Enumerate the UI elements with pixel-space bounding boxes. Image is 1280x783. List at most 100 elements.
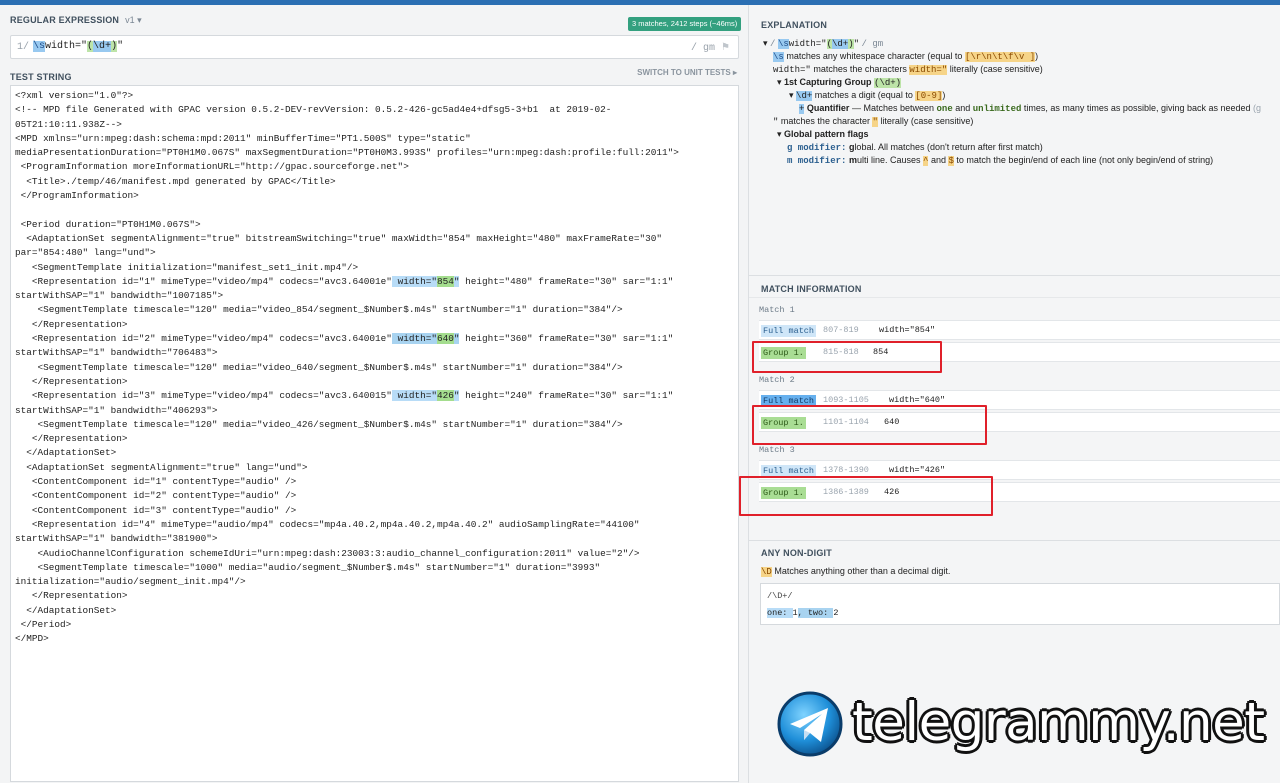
full-match-row[interactable]: Full match 807-819 width="854" xyxy=(759,320,1280,340)
test-string-line: <SegmentTemplate timescale="120" media="… xyxy=(15,361,623,373)
explanation-m-flag: m modifier: multi line. Causes ^ and $ t… xyxy=(787,155,1213,166)
divider xyxy=(749,540,1280,541)
example-digit-1: 1 xyxy=(792,608,798,618)
caret-down-icon[interactable]: ▾ xyxy=(777,77,782,87)
switch-label: SWITCH TO UNIT TESTS xyxy=(637,68,731,77)
test-string-line: </Representation> xyxy=(15,433,128,445)
test-string-line xyxy=(15,203,734,217)
test-string-line: </Representation> xyxy=(15,318,128,330)
root-prefix: / xyxy=(770,39,776,49)
test-string-editor[interactable]: <?xml version="1.0"?> <!-- MPD file Gener… xyxy=(10,85,739,782)
pattern-token-quote: " xyxy=(117,41,124,52)
example-match-1: one: xyxy=(767,608,793,618)
match-prefix: width=" xyxy=(391,333,437,345)
sidebar-panel: EXPLANATION ▾ / \swidth="(\d+)" / gm \s … xyxy=(748,5,1280,783)
quote-desc: matches the character xyxy=(780,116,870,126)
ws-desc: matches any whitespace character (equal … xyxy=(786,51,963,61)
pattern-token-digit-inner: \d+ xyxy=(93,41,112,52)
flags-label: / gm xyxy=(691,43,716,54)
match-count-badge: 3 matches, 2412 steps (~46ms) xyxy=(628,17,742,31)
test-string-line: <Representation id="3" mimeType="video/m… xyxy=(15,389,734,403)
test-string-line: <Representation id="4" mimeType="audio/m… xyxy=(15,518,640,530)
explanation-root: ▾ / \swidth="(\d+)" / gm xyxy=(763,38,883,49)
test-string-line: initialization="audio/segment_init.mp4"/… xyxy=(15,576,246,588)
line-text: <Representation id="2" mimeType="video/m… xyxy=(15,333,392,345)
full-match-value: width="854" xyxy=(879,325,936,335)
quant-one: one xyxy=(936,104,953,114)
test-string-line: </Period> xyxy=(15,618,72,630)
quant-desc-end: times, as many times as possible, giving… xyxy=(1023,103,1251,113)
flags-label: Global pattern flags xyxy=(784,129,869,139)
test-string-line: <?xml version="1.0"?> xyxy=(15,90,134,101)
pattern-token-digit: \d+ xyxy=(93,41,112,52)
match-label: Match 2 xyxy=(759,375,795,385)
flavor-label: v1 xyxy=(125,14,135,25)
digit-class: [0-9] xyxy=(915,91,943,101)
chevron-right-icon: ▸ xyxy=(732,68,737,77)
lit-chars: width=" xyxy=(909,65,948,75)
test-string-line: <ProgramInformation moreInformationURL="… xyxy=(15,161,409,173)
quote-token: " xyxy=(773,117,779,127)
test-string-line: <SegmentTemplate initialization="manifes… xyxy=(15,261,359,273)
line-text: height="240" frameRate="30" sar="1:1" xyxy=(459,390,674,402)
group-label: 1st Capturing Group xyxy=(784,77,872,87)
regex-title: REGULAR EXPRESSION xyxy=(10,15,120,25)
group-highlight: 640 xyxy=(436,333,454,345)
root-quote-token: " xyxy=(853,39,860,49)
regex-input[interactable]: 1/ \swidth="(\d+)" / gm ⚑ xyxy=(10,35,739,59)
match-prefix: width=" xyxy=(391,275,437,287)
regex-pattern[interactable]: \swidth="(\d+)" xyxy=(33,41,123,52)
explanation-g-flag: g modifier: global. All matches (don't r… xyxy=(787,142,1043,153)
match-highlight: width="854" xyxy=(391,275,460,287)
test-string-line: startWithSAP="1" bandwidth="406293"> xyxy=(15,404,218,416)
test-string-line: <MPD xmlns="urn:mpeg:dash:schema:mpd:201… xyxy=(15,132,471,144)
m-and: and xyxy=(930,155,946,165)
digit-desc-end: ) xyxy=(942,90,946,100)
group-highlight: 426 xyxy=(436,390,454,402)
quant-and: and xyxy=(955,103,971,113)
test-string-line: <ContentComponent id="2" contentType="au… xyxy=(15,490,297,502)
caret-down-icon[interactable]: ▾ xyxy=(789,90,794,100)
example-match-2: , two: xyxy=(797,608,834,618)
full-match-tag: Full match xyxy=(761,325,817,337)
test-string-line: <Period duration="PT0H1M0.067S"> xyxy=(15,218,201,230)
g-flag: g modifier: xyxy=(787,143,847,153)
flag-icon: ⚑ xyxy=(721,43,730,54)
test-string-line: par="854:480" lang="und"> xyxy=(15,247,156,259)
caret-down-icon[interactable]: ▾ xyxy=(777,129,782,139)
root-group-token: (\d+) xyxy=(826,39,854,49)
quote-char: " xyxy=(872,117,878,127)
match-highlight: width="640" xyxy=(391,333,460,345)
test-string-line: <Representation id="1" mimeType="video/m… xyxy=(15,275,734,289)
non-digit-token: \D xyxy=(761,567,772,577)
pattern-token-literal: width=" xyxy=(45,41,88,52)
divider xyxy=(749,275,1280,276)
group-highlight: 854 xyxy=(436,275,454,287)
regex-flags[interactable]: / gm ⚑ xyxy=(691,42,730,54)
test-string-line: <AdaptationSet segmentAlignment="true" b… xyxy=(15,232,662,244)
line-text: height="480" frameRate="30" sar="1:1" xyxy=(459,275,674,287)
caret-token: ^ xyxy=(923,156,929,166)
match-prefix: width=" xyxy=(391,390,437,402)
test-string-line: <ContentComponent id="3" contentType="au… xyxy=(15,504,297,516)
non-digit-example[interactable]: /\D+/ one: 1, two: 2 xyxy=(760,583,1280,625)
flavor-selector[interactable]: v1 ▾ xyxy=(125,15,142,26)
quant-unlimited: unlimited xyxy=(972,104,1022,114)
editor-panel: REGULAR EXPRESSION v1 ▾ 3 matches, 2412 … xyxy=(0,5,748,783)
quote-desc-end: literally (case sensitive) xyxy=(880,116,974,126)
m-bold: m xyxy=(848,155,857,165)
ws-token: \s xyxy=(773,52,784,62)
explanation-flags: ▾ Global pattern flags xyxy=(777,129,869,140)
lit-desc: matches the characters xyxy=(813,64,907,74)
quant-desc: — Matches between xyxy=(851,103,934,113)
switch-to-unit-tests-button[interactable]: SWITCH TO UNIT TESTS ▸ xyxy=(637,68,737,77)
test-string-line: </Representation> xyxy=(15,590,128,602)
quant-label: Quantifier xyxy=(806,103,850,113)
explanation-digit: ▾ \d+ matches a digit (equal to [0-9]) xyxy=(789,90,945,101)
caret-down-icon[interactable]: ▾ xyxy=(763,38,768,48)
test-string-line: <!-- MPD file Generated with GPAC versio… xyxy=(15,104,612,116)
test-string-line: <AudioChannelConfiguration schemeIdUri="… xyxy=(15,547,640,559)
root-ws-token: \s xyxy=(777,39,789,49)
g-desc: lobal. All matches (don't return after f… xyxy=(854,142,1043,152)
highlight-box xyxy=(752,405,987,445)
